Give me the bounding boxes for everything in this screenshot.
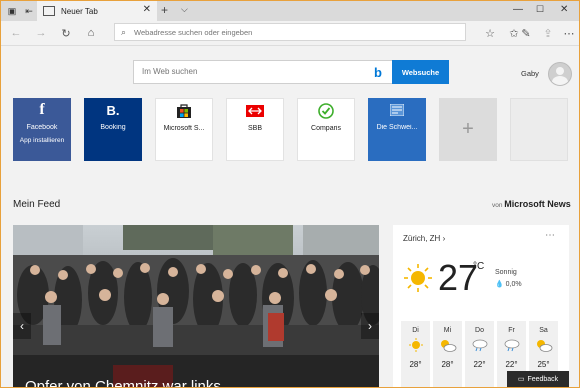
avatar-head-shape: [556, 67, 564, 75]
tile-label: Comparis: [311, 125, 341, 132]
feed-source-prefix: von: [492, 202, 503, 209]
forecast-day[interactable]: Di 28°: [401, 321, 430, 387]
favorites-star-icon[interactable]: ☆: [483, 26, 497, 40]
plus-icon: +: [462, 118, 474, 140]
forecast-temp: 22°: [473, 360, 486, 369]
weather-location-name: Zürich, ZH: [403, 234, 441, 243]
sbb-icon: [246, 103, 264, 119]
page-icon: [43, 6, 55, 16]
feed-source-name: Microsoft News: [504, 199, 571, 209]
bing-logo-icon: b: [374, 65, 382, 80]
home-icon[interactable]: ⌂: [84, 26, 98, 40]
tile-facebook[interactable]: f Facebook App installieren: [13, 98, 71, 161]
tile-label: Microsoft S...: [163, 125, 205, 132]
sunny-icon: [408, 338, 424, 354]
close-window-button[interactable]: ✕: [560, 4, 568, 15]
close-tab-icon[interactable]: ✕: [143, 4, 151, 15]
add-site-tile[interactable]: +: [439, 98, 497, 161]
forecast-day-name: Fr: [508, 327, 515, 334]
weather-card[interactable]: Zürich, ZH › ⋯ 27 °C Sonnig 💧 0,0% Di 28…: [393, 225, 569, 387]
chevron-right-icon: ›: [442, 234, 446, 243]
web-search-box: b Websuche: [133, 60, 449, 84]
forecast-day[interactable]: Mi 28°: [433, 321, 462, 387]
tile-booking[interactable]: B. Booking: [84, 98, 142, 161]
hero-news-card[interactable]: ‹ › Opfer von Chemnitz war links: [13, 225, 379, 387]
forecast-temp: 22°: [505, 360, 518, 369]
avatar-body-shape: [552, 76, 568, 85]
facebook-icon: f: [39, 101, 45, 118]
tile-microsoft-store[interactable]: Microsoft S...: [155, 98, 213, 161]
web-search-button[interactable]: Websuche: [392, 60, 449, 84]
feedback-icon: ▭: [517, 376, 525, 383]
navigation-bar: ← → ↻ ⌂ ⌕ ☆ ✩ ✎ ⇪ ⋯: [1, 21, 579, 46]
microsoft-store-icon: [176, 103, 192, 119]
raindrop-icon: 💧: [495, 281, 504, 288]
tile-install-app-label[interactable]: App installieren: [20, 137, 64, 145]
tile-label: Die Schwei...: [376, 124, 418, 131]
empty-tile[interactable]: [510, 98, 568, 161]
precipitation-value: 0,0%: [505, 281, 522, 288]
weather-condition: Sonnig: [495, 269, 517, 276]
feedback-label: Feedback: [527, 375, 559, 383]
tile-label: Facebook: [26, 124, 58, 131]
forecast-day-name: Sa: [539, 327, 548, 334]
rain-icon: [503, 338, 521, 354]
booking-icon: B.: [106, 102, 120, 118]
die-schweizerische-post-icon: [390, 102, 404, 118]
more-options-icon[interactable]: ⋯: [545, 230, 556, 241]
browser-window: ▣ ⇤ Neuer Tab ✕ + ⌵ — ☐ ✕ ← → ↻ ⌂ ⌕ ☆ ✩ …: [0, 0, 580, 388]
feed-source[interactable]: von Microsoft News: [492, 199, 571, 209]
forecast-temp: 28°: [441, 360, 454, 369]
weather-location[interactable]: Zürich, ZH ›: [403, 234, 445, 243]
user-name: Gaby: [521, 69, 539, 78]
forecast-day-name: Mi: [443, 327, 452, 334]
address-bar[interactable]: ⌕: [114, 23, 466, 41]
tab-actions-icon[interactable]: ▣: [6, 5, 18, 17]
title-bar: ▣ ⇤ Neuer Tab ✕ + ⌵ — ☐ ✕: [1, 1, 579, 21]
forecast-day-name: Di: [412, 327, 419, 334]
previous-arrow-icon[interactable]: ‹: [13, 313, 31, 339]
sunny-icon: [403, 263, 433, 295]
tab-new-tab[interactable]: Neuer Tab ✕: [37, 1, 157, 21]
tile-comparis[interactable]: Comparis: [297, 98, 355, 161]
tile-sbb[interactable]: SBB: [226, 98, 284, 161]
search-icon: ⌕: [121, 26, 127, 37]
tile-die-schweizerische-post[interactable]: Die Schwei...: [368, 98, 426, 161]
more-menu-icon[interactable]: ⋯: [562, 26, 576, 40]
new-tab-button[interactable]: +: [161, 3, 168, 17]
minimize-button[interactable]: —: [513, 4, 523, 15]
refresh-icon[interactable]: ↻: [59, 26, 73, 40]
partly-cloudy-icon: [439, 338, 457, 354]
back-arrow-icon[interactable]: ←: [9, 26, 23, 40]
feed-title: Mein Feed: [13, 199, 61, 210]
web-note-icon[interactable]: ✎: [519, 26, 533, 40]
web-search-input[interactable]: [140, 66, 344, 77]
rain-icon: [471, 338, 489, 354]
feedback-button[interactable]: ▭ Feedback: [507, 371, 569, 387]
forward-arrow-icon[interactable]: →: [34, 26, 48, 40]
forecast-day[interactable]: Do 22°: [465, 321, 494, 387]
forecast-day-name: Do: [475, 327, 484, 334]
share-icon[interactable]: ⇪: [541, 26, 555, 40]
comparis-icon: [318, 103, 334, 119]
crowd-photo: [13, 225, 379, 387]
maximize-button[interactable]: ☐: [536, 4, 544, 15]
next-arrow-icon[interactable]: ›: [361, 313, 379, 339]
address-input[interactable]: [132, 26, 437, 38]
hero-headline[interactable]: Opfer von Chemnitz war links: [25, 378, 221, 387]
forecast-temp: 25°: [537, 360, 550, 369]
tab-label: Neuer Tab: [61, 6, 98, 16]
avatar[interactable]: [548, 62, 572, 86]
set-aside-tabs-icon[interactable]: ⇤: [23, 5, 35, 17]
partly-cloudy-icon: [535, 338, 553, 354]
precipitation: 💧 0,0%: [495, 280, 522, 288]
temperature-unit: °C: [473, 261, 485, 272]
forecast-temp: 28°: [409, 360, 422, 369]
tile-label: Booking: [100, 124, 126, 131]
tile-label: SBB: [247, 125, 262, 132]
tab-preview-chevron-icon[interactable]: ⌵: [181, 4, 188, 15]
